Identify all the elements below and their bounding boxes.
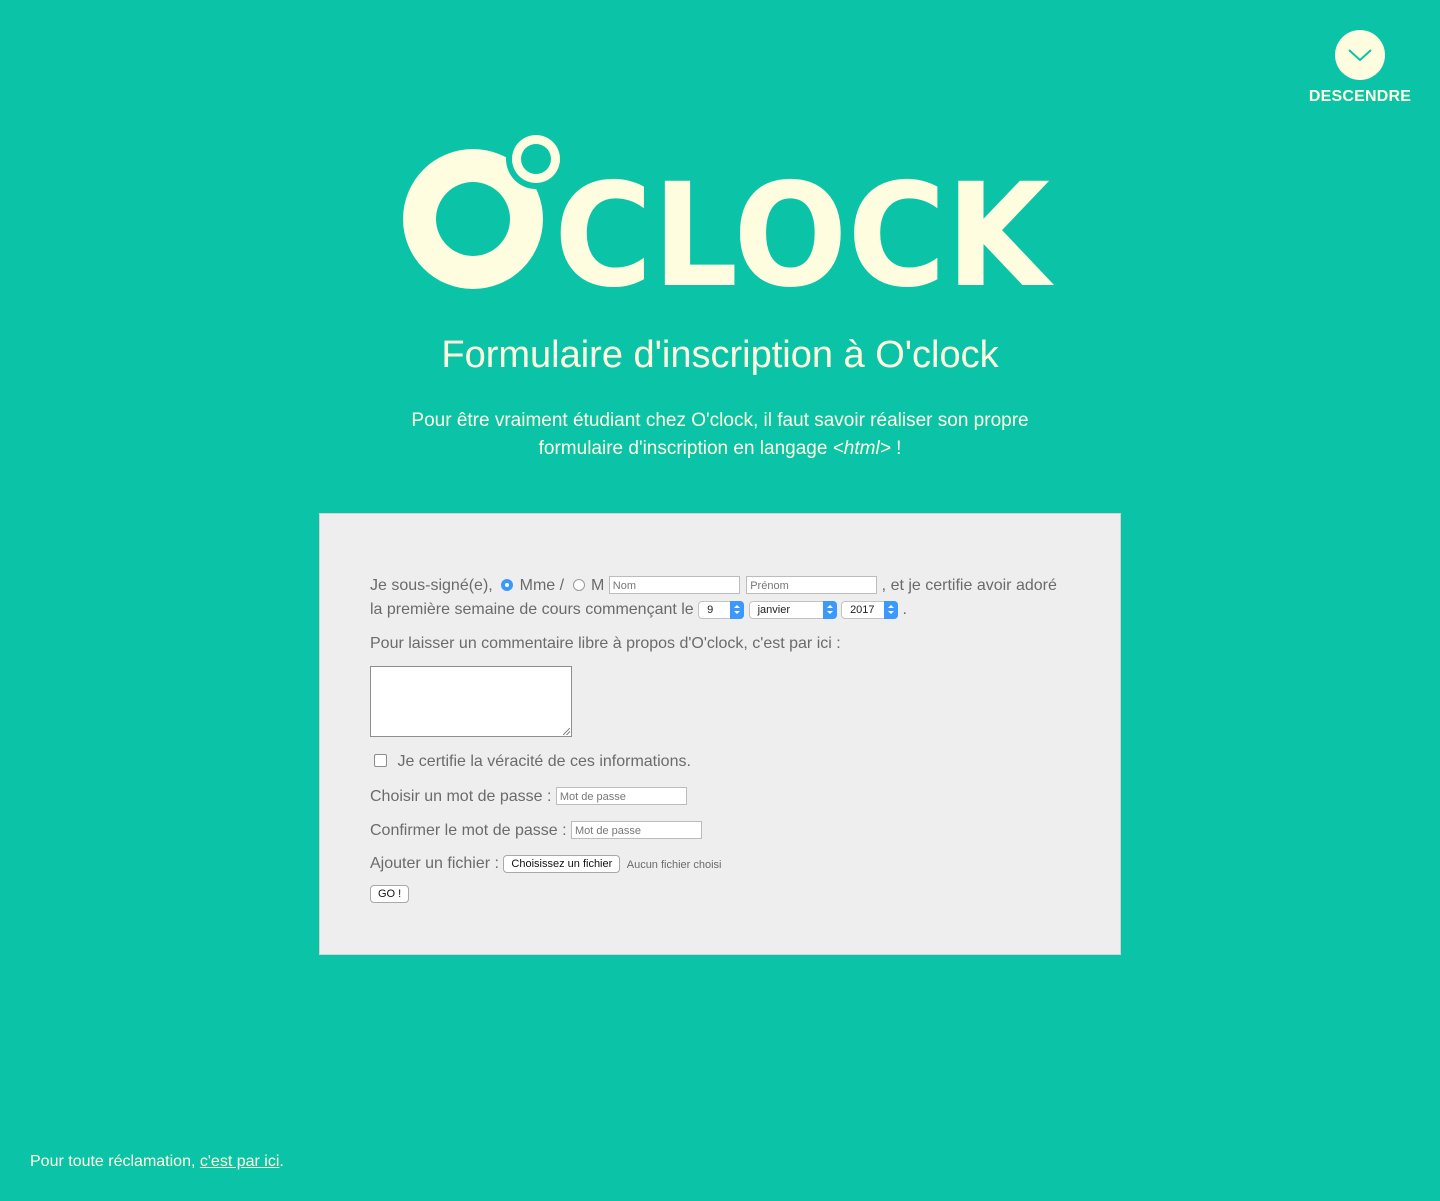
mme-label: Mme / <box>519 577 565 594</box>
year-value: 2017 <box>850 604 875 616</box>
intro-suffix: ! <box>890 438 902 459</box>
footer-suffix: . <box>279 1153 284 1170</box>
day-select[interactable]: 9 <box>698 601 745 619</box>
confirm-label: Confirmer le mot de passe : <box>370 822 567 839</box>
mme-radio[interactable] <box>501 579 514 591</box>
footer: Pour toute réclamation, c'est par ici. <box>30 1153 284 1171</box>
intro-text: Pour être vraiment étudiant chez O'clock… <box>0 407 1440 463</box>
password-label: Choisir un mot de passe : <box>370 788 552 805</box>
footer-prefix: Pour toute réclamation, <box>30 1153 200 1170</box>
week-text: la première semaine de cours commençant … <box>370 601 694 618</box>
month-select[interactable]: janvier <box>748 601 837 619</box>
complaint-link[interactable]: c'est par ici <box>200 1153 280 1170</box>
file-row: Ajouter un fichier : Choisissez un fichi… <box>370 855 722 873</box>
nom-input[interactable]: Nom <box>608 576 740 594</box>
select-arrows-icon <box>730 601 745 619</box>
oclock-logo: CLOCK <box>386 128 1056 319</box>
civility-row: Je sous-signé(e), Mme / M Nom Prénom , e… <box>370 576 1057 595</box>
logo-text: CLOCK <box>554 152 1055 292</box>
prenom-input[interactable]: Prénom <box>746 576 878 594</box>
intro-code: <html> <box>832 438 891 459</box>
truth-row: Je certifie la véracité de ces informati… <box>370 753 691 771</box>
comment-label: Pour laisser un commentaire libre à prop… <box>370 635 841 652</box>
truth-label: Je certifie la véracité de ces informati… <box>397 753 691 770</box>
submit-button[interactable]: GO ! <box>370 885 410 903</box>
date-row: la première semaine de cours commençant … <box>370 601 907 619</box>
submit-row: GO ! <box>370 885 410 903</box>
password-input[interactable]: Mot de passe <box>555 787 687 805</box>
comment-textarea[interactable] <box>370 666 572 737</box>
descend-link[interactable]: DESCENDRE <box>1300 30 1420 106</box>
truth-checkbox[interactable] <box>374 754 387 767</box>
resize-grip-icon[interactable] <box>563 728 570 735</box>
signed-label: Je sous-signé(e), <box>370 577 493 594</box>
certify-text: , et je certifie avoir adoré <box>881 577 1057 594</box>
intro-line2: formulaire d'inscription en langage <box>538 438 833 459</box>
intro-line1: Pour être vraiment étudiant chez O'clock… <box>411 410 1029 431</box>
m-label: M <box>590 577 605 594</box>
week-end: . <box>902 601 907 618</box>
month-value: janvier <box>757 604 791 616</box>
day-value: 9 <box>707 604 714 616</box>
year-select[interactable]: 2017 <box>841 601 899 619</box>
file-status: Aucun fichier choisi <box>626 859 722 871</box>
select-arrows-icon <box>884 601 899 619</box>
password-row: Choisir un mot de passe : Mot de passe <box>370 787 687 806</box>
m-radio[interactable] <box>572 579 585 591</box>
registration-form: Je sous-signé(e), Mme / M Nom Prénom , e… <box>319 513 1121 955</box>
select-arrows-icon <box>822 601 837 619</box>
chevron-down-icon <box>1335 30 1385 80</box>
page-title: Formulaire d'inscription à O'clock <box>441 334 999 376</box>
file-label: Ajouter un fichier : <box>370 855 499 872</box>
confirm-password-input[interactable]: Mot de passe <box>570 821 702 839</box>
descend-label: DESCENDRE <box>1308 88 1412 105</box>
choose-file-button[interactable]: Choisissez un fichier <box>503 855 621 873</box>
confirm-row: Confirmer le mot de passe : Mot de passe <box>370 821 702 840</box>
